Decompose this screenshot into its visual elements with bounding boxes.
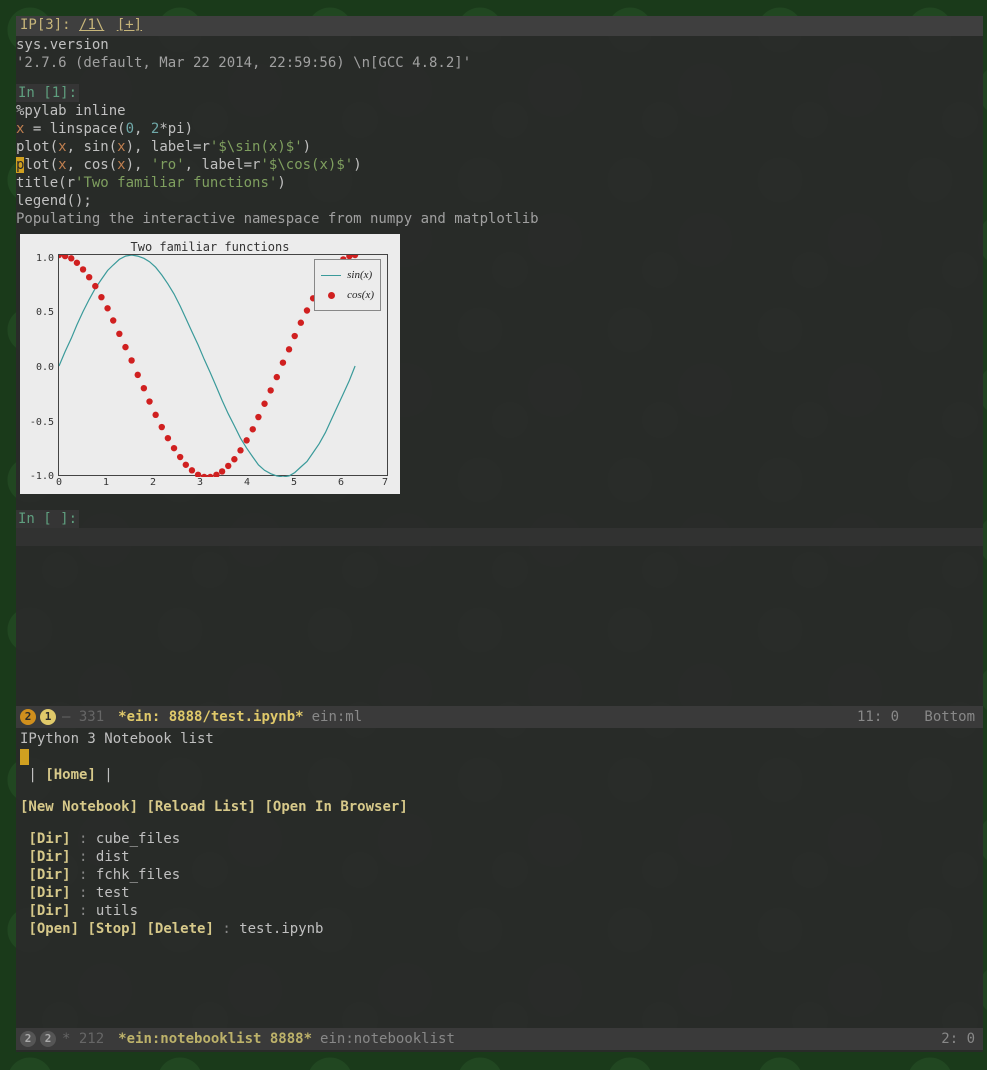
ytick-0.5: 0.5 — [24, 304, 54, 322]
cell-0[interactable]: sys.version '2.7.6 (default, Mar 22 2014… — [16, 36, 983, 76]
nblist-item-name: test.ipynb — [239, 921, 323, 937]
nblist-btn[interactable]: [Dir] — [28, 903, 70, 919]
cell-1-line-2[interactable]: plot(x, sin(x), label=r'$\sin(x)$') — [16, 138, 983, 156]
nblist-title: IPython 3 Notebook list — [20, 730, 979, 748]
tabbar-prefix: IP[3]: — [20, 17, 71, 33]
tab-add[interactable]: [+] — [117, 17, 142, 33]
cell-0-output: '2.7.6 (default, Mar 22 2014, 22:59:56) … — [16, 54, 983, 72]
cell-1[interactable]: %pylab inline x = linspace(0, 2*pi) plot… — [16, 102, 983, 498]
plot-output: Two familiar functions sin(x) cos(x) 1.0… — [20, 234, 400, 494]
cell-1-line-5[interactable]: legend(); — [16, 192, 983, 210]
ml1-badge2: 1 — [40, 709, 56, 725]
cell-1-line-0[interactable]: %pylab inline — [16, 102, 983, 120]
cell-1-line-4[interactable]: title(r'Two familiar functions') — [16, 174, 983, 192]
text-cursor: p — [16, 157, 24, 173]
xtick-3: 3 — [197, 474, 203, 492]
nblist-item-name: utils — [96, 903, 138, 919]
nblist-btn[interactable]: [Dir] — [28, 885, 70, 901]
action-open-browser[interactable]: [Open In Browser] — [264, 799, 407, 815]
nblist-item-name: cube_files — [96, 831, 180, 847]
cell-0-code[interactable]: sys.version — [16, 36, 983, 54]
ml1-buffer-name[interactable]: *ein: 8888/test.ipynb* — [118, 708, 303, 726]
tab-bar: IP[3]: /1\ [+] — [16, 16, 983, 36]
ml1-mode: ein:ml — [312, 708, 363, 726]
nblist-cursor — [20, 749, 29, 765]
notebooklist-pane[interactable]: IPython 3 Notebook list | [Home] | [New … — [16, 728, 983, 1028]
xtick-6: 6 — [338, 474, 344, 492]
cell-1-output: Populating the interactive namespace fro… — [16, 210, 983, 228]
xtick-4: 4 — [244, 474, 250, 492]
ml2-buffer-name[interactable]: *ein:notebooklist 8888* — [118, 1030, 312, 1048]
nblist-btn[interactable]: [Delete] — [146, 921, 213, 937]
nblist-btn[interactable]: [Dir] — [28, 867, 70, 883]
modeline-top: 2 1 — 331 *ein: 8888/test.ipynb* ein:ml … — [16, 706, 983, 728]
legend-0: sin(x) — [347, 266, 372, 284]
xtick-2: 2 — [150, 474, 156, 492]
action-new-notebook[interactable]: [New Notebook] — [20, 799, 138, 815]
nblist-btn[interactable]: [Dir] — [28, 831, 70, 847]
ml2-badge2: 2 — [40, 1031, 56, 1047]
ml1-scroll: Bottom — [924, 709, 975, 725]
ml1-dash: — 331 — [62, 708, 104, 726]
nblist-btn[interactable]: [Dir] — [28, 849, 70, 865]
nblist-item-name: dist — [96, 849, 130, 865]
ml2-badge1: 2 — [20, 1031, 36, 1047]
notebook-pane[interactable]: IP[3]: /1\ [+] sys.version '2.7.6 (defau… — [16, 16, 983, 706]
ml2-pos: 2: 0 — [941, 1031, 975, 1047]
ml1-badge1: 2 — [20, 709, 36, 725]
ytick-0.0: 0.0 — [24, 359, 54, 377]
action-reload-list[interactable]: [Reload List] — [146, 799, 256, 815]
ml2-dash: * 212 — [62, 1030, 104, 1048]
nblist-home[interactable]: [Home] — [45, 767, 96, 783]
cell-2-prompt: In [ ]: — [16, 510, 79, 528]
plot-legend: sin(x) cos(x) — [314, 259, 381, 311]
xtick-5: 5 — [291, 474, 297, 492]
xtick-1: 1 — [103, 474, 109, 492]
xtick-0: 0 — [56, 474, 62, 492]
ytick-1.0: 1.0 — [24, 250, 54, 268]
ml1-pos: 11: 0 — [857, 709, 899, 725]
nblist-item-name: test — [96, 885, 130, 901]
nblist-actions: [New Notebook] [Reload List] [Open In Br… — [20, 798, 979, 816]
cell-1-line-1[interactable]: x = linspace(0, 2*pi) — [16, 120, 983, 138]
cell-1-line-3[interactable]: plot(x, cos(x), 'ro', label=r'$\cos(x)$'… — [16, 156, 983, 174]
cell-1-prompt: In [1]: — [16, 84, 79, 102]
xtick-7: 7 — [382, 474, 388, 492]
ytick--0.5: -0.5 — [24, 414, 54, 432]
tab-active[interactable]: /1\ — [79, 17, 104, 33]
plot-axes: sin(x) cos(x) — [58, 254, 388, 476]
nblist-btn[interactable]: [Stop] — [87, 921, 138, 937]
emacs-frame: IP[3]: /1\ [+] sys.version '2.7.6 (defau… — [16, 16, 983, 1052]
nblist-btn[interactable]: [Open] — [28, 921, 79, 937]
ml2-mode: ein:notebooklist — [320, 1030, 455, 1048]
legend-1: cos(x) — [347, 286, 374, 304]
ytick--1.0: -1.0 — [24, 468, 54, 486]
modeline-bottom: 2 2 * 212 *ein:notebooklist 8888* ein:no… — [16, 1028, 983, 1050]
nblist-item-name: fchk_files — [96, 867, 180, 883]
